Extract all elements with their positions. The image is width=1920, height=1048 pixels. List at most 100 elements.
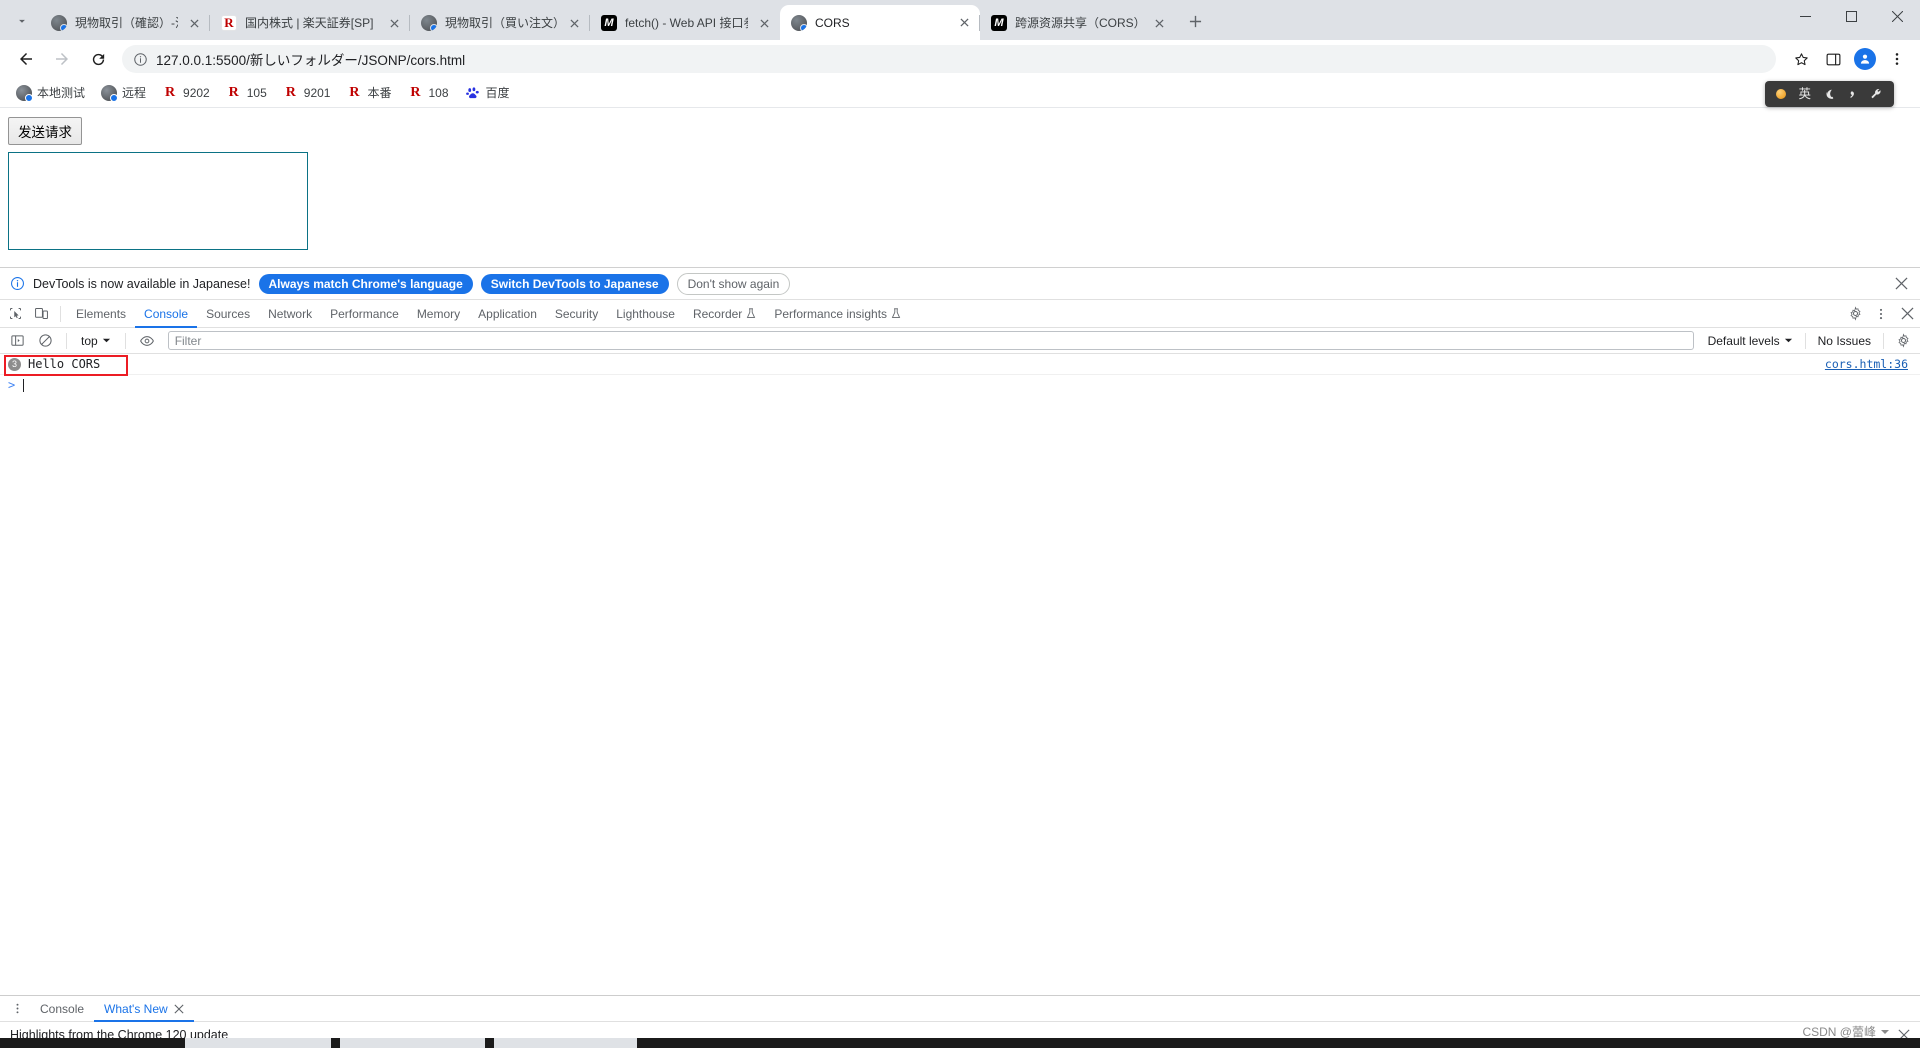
browser-tab[interactable]: M fetch() - Web API 接口参考 | MD — [589, 6, 780, 40]
tab-performance-insights[interactable]: Performance insights — [765, 300, 910, 328]
bookmark-item[interactable]: 百度 — [457, 81, 518, 104]
side-panel-icon[interactable] — [1818, 44, 1848, 74]
bookmark-star-icon[interactable] — [1786, 44, 1816, 74]
devtools-close-icon[interactable] — [1894, 301, 1920, 327]
close-window-button[interactable] — [1874, 0, 1920, 32]
console-settings-gear-icon[interactable] — [1890, 328, 1916, 354]
chevron-down-icon — [102, 336, 111, 345]
clear-console-icon[interactable] — [32, 328, 58, 354]
browser-tab[interactable]: 現物取引（買い注文）-買い注文 — [409, 6, 590, 40]
tab-lighthouse[interactable]: Lighthouse — [607, 300, 684, 328]
tab-application[interactable]: Application — [469, 300, 546, 328]
send-request-button[interactable]: 发送请求 — [8, 117, 82, 145]
devtools-tab-bar: Elements Console Sources Network Perform… — [0, 300, 1920, 328]
tab-list: 現物取引（確認）-注文照会･訂 R 国内株式 | 楽天証券[SP] 現物取引（買… — [40, 0, 1782, 40]
console-sidebar-icon[interactable] — [4, 328, 30, 354]
tab-close-icon[interactable] — [956, 15, 972, 31]
console-message-row[interactable]: 3 Hello CORS cors.html:36 — [0, 354, 1920, 376]
dont-show-again-button[interactable]: Don't show again — [676, 272, 791, 295]
back-button[interactable] — [10, 43, 42, 75]
console-message-text: Hello CORS — [28, 357, 101, 371]
console-levels-selector[interactable]: Default levels — [1702, 334, 1799, 348]
bookmark-item[interactable]: R 108 — [399, 82, 456, 104]
bookmark-item[interactable]: R 105 — [218, 82, 275, 104]
tab-network[interactable]: Network — [259, 300, 321, 328]
tab-performance[interactable]: Performance — [321, 300, 408, 328]
bookmark-label: 108 — [428, 85, 449, 100]
browser-toolbar: 127.0.0.1:5500/新しいフォルダー/JSONP/cors.html — [0, 40, 1920, 78]
tab-close-icon[interactable] — [386, 15, 402, 31]
devtools-language-banner: DevTools is now available in Japanese! A… — [0, 268, 1920, 300]
console-prompt-row[interactable]: > — [0, 375, 1920, 395]
console-output[interactable]: 3 Hello CORS cors.html:36 > — [0, 354, 1920, 995]
drawer-tab-console[interactable]: Console — [30, 996, 94, 1022]
profile-avatar[interactable] — [1850, 44, 1880, 74]
moon-icon[interactable] — [1823, 88, 1836, 101]
drawer-tab-whats-new[interactable]: What's New — [94, 996, 194, 1022]
rakuten-icon: R — [410, 84, 421, 100]
tab-sources[interactable]: Sources — [197, 300, 259, 328]
address-bar[interactable]: 127.0.0.1:5500/新しいフォルダー/JSONP/cors.html — [122, 45, 1776, 73]
address-bar-url: 127.0.0.1:5500/新しいフォルダー/JSONP/cors.html — [156, 53, 466, 68]
baidu-icon — [465, 85, 481, 101]
tab-security[interactable]: Security — [546, 300, 607, 328]
globe-icon — [16, 84, 33, 102]
text-caret — [23, 378, 25, 392]
divider — [60, 305, 61, 322]
issues-status[interactable]: No Issues — [1812, 334, 1877, 348]
tab-close-icon[interactable] — [186, 15, 202, 31]
bookmark-item[interactable]: R 本番 — [338, 81, 399, 104]
tab-title: 跨源资源共享（CORS） - HTTP — [1015, 16, 1143, 30]
tab-memory[interactable]: Memory — [408, 300, 469, 328]
bookmark-label: 105 — [246, 85, 267, 100]
drawer-more-options-icon[interactable] — [4, 996, 30, 1022]
switch-devtools-language-button[interactable]: Switch DevTools to Japanese — [480, 273, 669, 294]
tab-console[interactable]: Console — [135, 300, 197, 328]
bookmark-item[interactable]: 远程 — [93, 81, 154, 104]
result-output-box[interactable] — [8, 152, 308, 250]
tab-close-icon[interactable] — [566, 15, 582, 31]
ime-floating-bar[interactable]: 英 — [1765, 81, 1894, 107]
browser-tab[interactable]: R 国内株式 | 楽天証券[SP] — [209, 6, 410, 40]
drawer-tab-close-icon[interactable] — [174, 1003, 184, 1014]
wrench-icon[interactable] — [1870, 88, 1883, 101]
live-expression-icon[interactable] — [134, 328, 160, 354]
taskbar-segment — [494, 1038, 637, 1048]
tab-label: Console — [144, 306, 189, 321]
bookmark-item[interactable]: 本地测试 — [8, 81, 93, 104]
tab-title: fetch() - Web API 接口参考 | MD — [625, 16, 748, 30]
minimize-button[interactable] — [1782, 0, 1828, 32]
ime-mode-label[interactable]: 英 — [1798, 88, 1811, 101]
devtools-more-options-icon[interactable] — [1868, 301, 1894, 327]
tab-close-icon[interactable] — [756, 15, 772, 31]
always-match-language-button[interactable]: Always match Chrome's language — [258, 273, 473, 294]
device-toolbar-icon[interactable] — [28, 301, 54, 327]
browser-tab[interactable]: M 跨源资源共享（CORS） - HTTP — [979, 6, 1175, 40]
issues-label: No Issues — [1817, 333, 1871, 348]
browser-tab-active[interactable]: CORS — [780, 5, 980, 40]
console-filter-input[interactable] — [167, 331, 1694, 350]
message-count-badge: 3 — [8, 357, 21, 371]
banner-close-icon[interactable] — [1892, 275, 1910, 293]
execution-context-selector[interactable]: top — [75, 334, 117, 348]
tab-close-icon[interactable] — [1151, 15, 1167, 31]
tab-elements[interactable]: Elements — [67, 300, 135, 328]
divider — [1883, 332, 1884, 349]
tab-search-button[interactable] — [8, 7, 36, 35]
bookmark-item[interactable]: R 9202 — [154, 82, 218, 104]
browser-tab[interactable]: 現物取引（確認）-注文照会･訂 — [40, 6, 210, 40]
punctuation-icon[interactable] — [1848, 88, 1858, 101]
maximize-button[interactable] — [1828, 0, 1874, 32]
site-info-icon[interactable] — [132, 51, 148, 67]
tab-recorder[interactable]: Recorder — [684, 300, 765, 328]
forward-button[interactable] — [46, 43, 78, 75]
chrome-menu-button[interactable] — [1882, 44, 1912, 74]
bookmark-item[interactable]: R 9201 — [275, 82, 339, 104]
new-tab-button[interactable] — [1181, 7, 1209, 35]
reload-button[interactable] — [82, 43, 114, 75]
console-source-link[interactable]: cors.html:36 — [1825, 357, 1908, 371]
devtools-settings-icon[interactable] — [1842, 301, 1868, 327]
execution-context-label: top — [81, 333, 98, 348]
inspect-element-icon[interactable] — [2, 301, 28, 327]
chevron-down-icon — [1784, 336, 1793, 345]
